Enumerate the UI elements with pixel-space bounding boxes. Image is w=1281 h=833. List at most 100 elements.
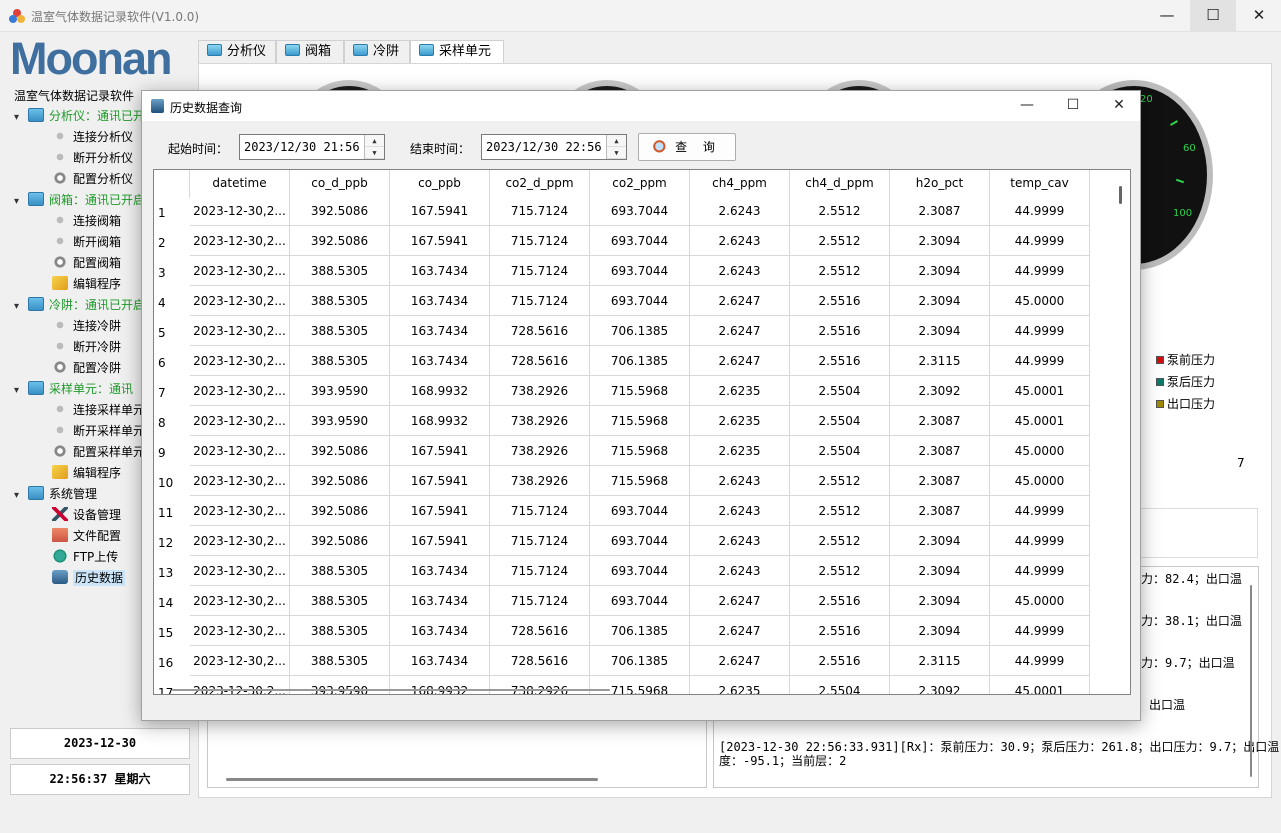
chevron-down-icon[interactable]: ▾ xyxy=(14,192,28,212)
table-cell[interactable]: 45.0000 xyxy=(990,586,1090,616)
table-cell[interactable]: 392.5086 xyxy=(290,196,390,226)
table-cell[interactable]: 163.7434 xyxy=(390,586,490,616)
close-button[interactable]: ✕ xyxy=(1236,0,1281,32)
table-cell[interactable]: 167.5941 xyxy=(390,466,490,496)
table-row[interactable]: 6 2023-12-30,2... 388.5305 163.7434 728.5616… xyxy=(154,346,1114,376)
table-cell[interactable]: 715.5968 xyxy=(590,466,690,496)
column-header[interactable]: h2o_pct xyxy=(890,170,990,198)
tree-item[interactable]: 断开分析仪 xyxy=(52,148,133,168)
table-cell[interactable]: 715.7124 xyxy=(490,496,590,526)
table-cell[interactable]: 715.5968 xyxy=(590,436,690,466)
table-row[interactable]: 9 2023-12-30,2... 392.5086 167.5941 738.2926… xyxy=(154,436,1114,466)
table-cell[interactable]: 2.5504 xyxy=(790,376,890,406)
tree-group-0[interactable]: ▾ 分析仪：通讯已开 xyxy=(14,106,145,126)
table-cell[interactable]: 392.5086 xyxy=(290,466,390,496)
end-time-picker[interactable]: 2023/12/30 22:56 ▲ ▼ xyxy=(481,134,627,160)
table-cell[interactable]: 163.7434 xyxy=(390,316,490,346)
table-cell[interactable]: 2.3094 xyxy=(890,526,990,556)
table-cell[interactable]: 44.9999 xyxy=(990,256,1090,286)
table-cell[interactable]: 45.0000 xyxy=(990,466,1090,496)
table-cell[interactable]: 2.5512 xyxy=(790,466,890,496)
table-cell[interactable]: 2.3094 xyxy=(890,316,990,346)
table-cell[interactable]: 2023-12-30,2... xyxy=(190,256,290,286)
table-cell[interactable]: 2.5512 xyxy=(790,556,890,586)
table-cell[interactable]: 2.3087 xyxy=(890,196,990,226)
table-cell[interactable]: 2.6247 xyxy=(690,316,790,346)
table-cell[interactable]: 693.7044 xyxy=(590,226,690,256)
dialog-close-button[interactable]: ✕ xyxy=(1096,91,1142,121)
table-cell[interactable]: 2023-12-30,2... xyxy=(190,586,290,616)
table-cell[interactable]: 388.5305 xyxy=(290,586,390,616)
table-cell[interactable]: 2.5516 xyxy=(790,316,890,346)
table-cell[interactable]: 2.3087 xyxy=(890,496,990,526)
table-cell[interactable]: 693.7044 xyxy=(590,556,690,586)
table-cell[interactable]: 167.5941 xyxy=(390,196,490,226)
table-cell[interactable]: 168.9932 xyxy=(390,376,490,406)
table-cell[interactable]: 2.6235 xyxy=(690,376,790,406)
table-cell[interactable]: 2.3087 xyxy=(890,406,990,436)
table-cell[interactable]: 393.9590 xyxy=(290,676,390,694)
tab-analyzer[interactable]: 分析仪 xyxy=(198,40,276,64)
tree-item[interactable]: 编辑程序 xyxy=(52,463,121,483)
table-cell[interactable]: 44.9999 xyxy=(990,496,1090,526)
table-cell[interactable]: 715.7124 xyxy=(490,196,590,226)
table-cell[interactable]: 167.5941 xyxy=(390,436,490,466)
table-cell[interactable]: 2023-12-30,2... xyxy=(190,196,290,226)
spin-down-icon[interactable]: ▼ xyxy=(365,147,384,159)
chevron-down-icon[interactable]: ▾ xyxy=(14,381,28,401)
table-cell[interactable]: 2.6243 xyxy=(690,466,790,496)
table-cell[interactable]: 693.7044 xyxy=(590,526,690,556)
tree-root-label[interactable]: 温室气体数据记录软件 xyxy=(14,87,134,104)
table-cell[interactable]: 168.9932 xyxy=(390,676,490,694)
table-cell[interactable]: 2.3087 xyxy=(890,466,990,496)
vertical-scrollbar[interactable] xyxy=(1119,186,1122,204)
table-cell[interactable]: 728.5616 xyxy=(490,616,590,646)
table-cell[interactable]: 2.3115 xyxy=(890,346,990,376)
table-cell[interactable]: 2023-12-30,2... xyxy=(190,316,290,346)
tree-item[interactable]: 连接阀箱 xyxy=(52,211,121,231)
table-row[interactable]: 8 2023-12-30,2... 393.9590 168.9932 738.2926… xyxy=(154,406,1114,436)
table-cell[interactable]: 693.7044 xyxy=(590,496,690,526)
start-time-picker[interactable]: 2023/12/30 21:56 ▲ ▼ xyxy=(239,134,385,160)
table-row[interactable]: 4 2023-12-30,2... 388.5305 163.7434 715.7124… xyxy=(154,286,1114,316)
table-cell[interactable]: 388.5305 xyxy=(290,286,390,316)
table-row[interactable]: 12 2023-12-30,2... 392.5086 167.5941 715.712… xyxy=(154,526,1114,556)
table-cell[interactable]: 2.5512 xyxy=(790,526,890,556)
table-cell[interactable]: 392.5086 xyxy=(290,526,390,556)
table-cell[interactable]: 2.3092 xyxy=(890,376,990,406)
table-cell[interactable]: 2023-12-30,2... xyxy=(190,616,290,646)
chevron-down-icon[interactable]: ▾ xyxy=(14,108,28,128)
table-cell[interactable]: 2.5516 xyxy=(790,286,890,316)
table-cell[interactable]: 2.5512 xyxy=(790,196,890,226)
table-cell[interactable]: 693.7044 xyxy=(590,256,690,286)
table-cell[interactable]: 2023-12-30,2... xyxy=(190,346,290,376)
column-header[interactable]: ch4_d_ppm xyxy=(790,170,890,198)
table-cell[interactable]: 2023-12-30,2... xyxy=(190,676,290,694)
table-cell[interactable]: 715.5968 xyxy=(590,376,690,406)
table-cell[interactable]: 2.6243 xyxy=(690,196,790,226)
table-cell[interactable]: 44.9999 xyxy=(990,616,1090,646)
table-cell[interactable]: 706.1385 xyxy=(590,616,690,646)
table-cell[interactable]: 738.2926 xyxy=(490,376,590,406)
table-cell[interactable]: 738.2926 xyxy=(490,676,590,694)
table-cell[interactable]: 2.3094 xyxy=(890,556,990,586)
log-scrollbar[interactable] xyxy=(1250,585,1252,777)
table-cell[interactable]: 163.7434 xyxy=(390,346,490,376)
table-row[interactable]: 2 2023-12-30,2... 392.5086 167.5941 715.7124… xyxy=(154,226,1114,256)
table-cell[interactable]: 728.5616 xyxy=(490,316,590,346)
table-cell[interactable]: 388.5305 xyxy=(290,616,390,646)
table-cell[interactable]: 715.5968 xyxy=(590,406,690,436)
table-cell[interactable]: 2023-12-30,2... xyxy=(190,556,290,586)
table-cell[interactable]: 728.5616 xyxy=(490,646,590,676)
dialog-minimize-button[interactable]: — xyxy=(1004,91,1050,121)
chevron-down-icon[interactable]: ▾ xyxy=(14,297,28,317)
table-cell[interactable]: 715.5968 xyxy=(590,676,690,694)
table-cell[interactable]: 2023-12-30,2... xyxy=(190,466,290,496)
table-cell[interactable]: 388.5305 xyxy=(290,556,390,586)
table-cell[interactable]: 2.3087 xyxy=(890,436,990,466)
table-cell[interactable]: 693.7044 xyxy=(590,286,690,316)
tree-item[interactable]: 配置冷阱 xyxy=(52,358,121,378)
table-row[interactable]: 10 2023-12-30,2... 392.5086 167.5941 738.292… xyxy=(154,466,1114,496)
table-cell[interactable]: 2.5504 xyxy=(790,406,890,436)
table-cell[interactable]: 2.6243 xyxy=(690,556,790,586)
